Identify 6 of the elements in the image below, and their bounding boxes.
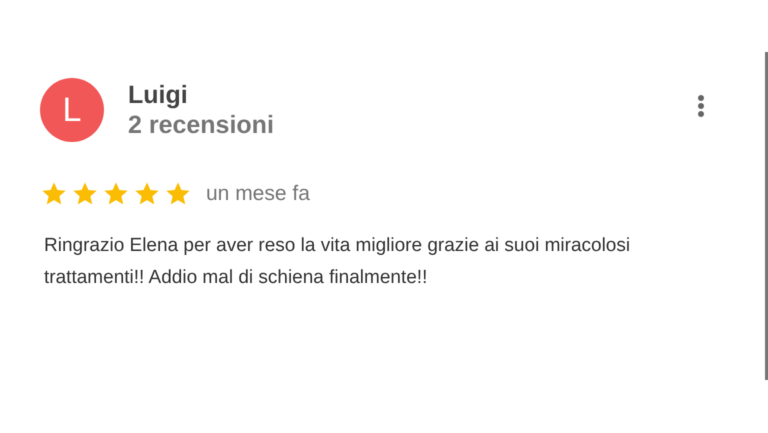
avatar: L (40, 78, 104, 142)
review-count: 2 recensioni (128, 110, 275, 140)
review-text: Ringrazio Elena per aver reso la vita migliore grazie ai suoi miracolosi trattamenti!! Addio mal di schiena finalmente!! (44, 234, 632, 290)
review-time: un mese fa (206, 182, 310, 206)
author-name: Luigi (128, 80, 189, 110)
more-options-icon[interactable] (697, 94, 705, 118)
